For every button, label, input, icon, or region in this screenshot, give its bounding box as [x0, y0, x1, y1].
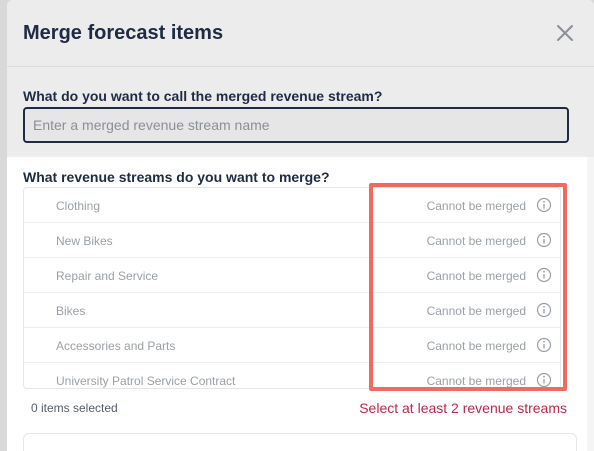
merge-modal: Merge forecast items What do you want to…	[7, 0, 594, 451]
merged-name-input[interactable]	[23, 107, 569, 143]
name-question: What do you want to call the merged reve…	[23, 88, 383, 104]
name-section: What do you want to call the merged reve…	[7, 67, 594, 157]
merge-status: Cannot be merged	[426, 269, 526, 283]
merge-status: Cannot be merged	[426, 199, 526, 213]
stream-name: Bikes	[56, 304, 86, 318]
list-item: University Patrol Service Contract Canno…	[24, 363, 560, 388]
list-item: Bikes Cannot be merged	[24, 293, 560, 328]
merge-section: What revenue streams do you want to merg…	[7, 157, 587, 451]
error-message: Select at least 2 revenue streams	[359, 400, 567, 416]
list-item: Accessories and Parts Cannot be merged	[24, 328, 560, 363]
stream-name: University Patrol Service Contract	[56, 374, 236, 388]
info-icon[interactable]	[536, 372, 552, 388]
stream-name: New Bikes	[56, 234, 113, 248]
info-icon[interactable]	[536, 232, 552, 248]
close-icon[interactable]	[554, 22, 576, 44]
selected-count: 0 items selected	[31, 401, 118, 415]
list-item: Repair and Service Cannot be merged	[24, 258, 560, 293]
modal-header: Merge forecast items	[7, 0, 594, 67]
info-icon[interactable]	[536, 197, 552, 213]
stream-name: Accessories and Parts	[56, 339, 176, 353]
stream-name: Repair and Service	[56, 269, 159, 283]
next-card	[23, 433, 577, 451]
list-item: Clothing Cannot be merged	[24, 188, 560, 223]
merge-status: Cannot be merged	[426, 339, 526, 353]
revenue-stream-list: Clothing Cannot be merged New Bikes Cann…	[23, 187, 561, 389]
modal-title: Merge forecast items	[23, 22, 224, 44]
stream-name: Clothing	[56, 199, 101, 213]
merge-status: Cannot be merged	[426, 234, 526, 248]
merge-status: Cannot be merged	[426, 304, 526, 318]
info-icon[interactable]	[536, 302, 552, 318]
list-item: New Bikes Cannot be merged	[24, 223, 560, 258]
info-icon[interactable]	[536, 337, 552, 353]
info-icon[interactable]	[536, 267, 552, 283]
merge-status: Cannot be merged	[426, 374, 526, 388]
merge-question: What revenue streams do you want to merg…	[23, 169, 330, 185]
